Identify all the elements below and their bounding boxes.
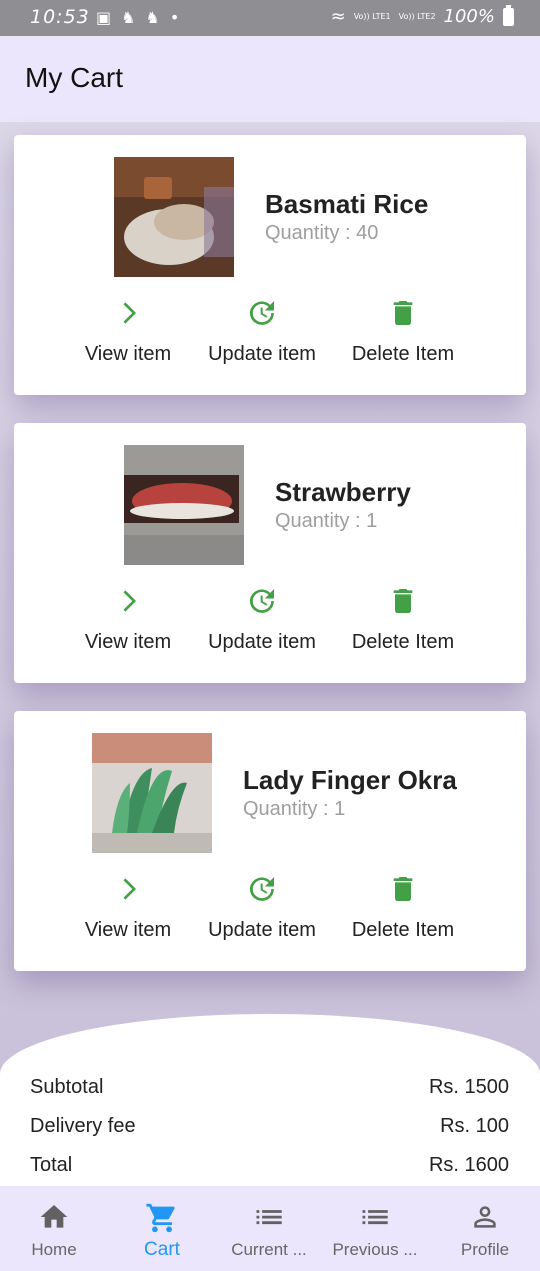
delete-item-button[interactable]: Delete Item: [346, 585, 460, 654]
update-icon: [249, 589, 274, 613]
product-image-strawberry: [124, 445, 244, 565]
status-bar: 10:53 ▣ ♞ ♞ • ≈ Vo)) LTE1 Vo)) LTE2 100%: [0, 0, 540, 36]
sim1-signal-icon: Vo)) LTE1: [353, 12, 391, 21]
view-item-button[interactable]: View item: [72, 873, 184, 942]
app-bar: My Cart: [0, 36, 540, 122]
product-image-lady-finger-okra: [92, 733, 212, 853]
item-name: Strawberry: [275, 477, 411, 507]
nav-previous-orders[interactable]: Previous ...: [325, 1201, 425, 1260]
total-value: Rs. 1600: [428, 1154, 509, 1176]
image-icon: ▣: [96, 8, 112, 27]
update-icon: [249, 877, 274, 901]
subtotal-label: Subtotal: [30, 1076, 104, 1098]
update-icon: [249, 301, 274, 325]
wifi-icon: ≈: [330, 6, 346, 27]
chevron-right-icon: [123, 878, 136, 900]
view-item-button[interactable]: View item: [72, 585, 184, 654]
snapchat-icon: ♞: [121, 8, 136, 27]
view-item-label: View item: [84, 343, 172, 365]
cart-item-card: Lady Finger Okra Quantity : 1 View item …: [14, 711, 526, 971]
update-item-label: Update item: [208, 631, 316, 653]
delivery-fee-value: Rs. 100: [440, 1115, 509, 1137]
chevron-right-icon: [123, 590, 136, 612]
cart-icon: [146, 1203, 175, 1233]
cart-item-card: Strawberry Quantity : 1 View item Update…: [14, 423, 526, 683]
nav-current-orders[interactable]: Current ...: [219, 1201, 319, 1260]
battery-icon: [503, 4, 514, 26]
nav-cart[interactable]: Cart: [112, 1201, 212, 1261]
nav-previous-label: Previous ...: [332, 1240, 418, 1259]
item-quantity: Quantity : 1: [275, 510, 378, 532]
nav-cart-label: Cart: [144, 1239, 180, 1260]
list-icon: [362, 1210, 388, 1225]
dot-icon: •: [169, 8, 180, 27]
view-item-label: View item: [84, 631, 172, 653]
nav-home-label: Home: [31, 1240, 77, 1259]
update-item-button[interactable]: Update item: [200, 873, 324, 942]
item-quantity: Quantity : 40: [265, 222, 379, 244]
delete-item-label: Delete Item: [351, 919, 455, 941]
view-item-label: View item: [84, 919, 172, 941]
delete-item-button[interactable]: Delete Item: [346, 297, 460, 366]
sim2-signal-icon: Vo)) LTE2: [398, 12, 436, 21]
list-icon: [256, 1210, 282, 1225]
delete-item-label: Delete Item: [351, 631, 455, 653]
item-quantity: Quantity : 1: [243, 798, 346, 820]
chevron-right-icon: [123, 302, 136, 324]
subtotal-value: Rs. 1500: [428, 1076, 509, 1098]
notification-icons: ▣ ♞ ♞ •: [96, 8, 179, 27]
item-name: Lady Finger Okra: [243, 765, 457, 795]
page-title: My Cart: [25, 62, 123, 93]
snapchat-icon: ♞: [145, 8, 160, 27]
delete-item-button[interactable]: Delete Item: [346, 873, 460, 942]
trash-icon: [393, 877, 413, 901]
item-name: Basmati Rice: [265, 189, 429, 219]
cart-item-card: Basmati Rice Quantity : 40 View item Upd…: [14, 135, 526, 395]
update-item-label: Update item: [208, 919, 316, 941]
subtotal-row: Subtotal Rs. 1500: [30, 1076, 509, 1099]
delivery-fee-row: Delivery fee Rs. 100: [30, 1115, 509, 1138]
delivery-fee-label: Delivery fee: [30, 1115, 136, 1137]
update-item-button[interactable]: Update item: [200, 297, 324, 366]
home-icon: [40, 1205, 68, 1228]
product-image-basmati-rice: [114, 157, 234, 277]
order-summary: Subtotal Rs. 1500 Delivery fee Rs. 100 T…: [0, 1014, 540, 1186]
update-item-button[interactable]: Update item: [200, 585, 324, 654]
nav-profile[interactable]: Profile: [435, 1201, 535, 1260]
total-row: Total Rs. 1600: [30, 1154, 509, 1177]
trash-icon: [393, 589, 413, 613]
trash-icon: [393, 301, 413, 325]
battery-text: 100%: [443, 6, 495, 27]
person-icon: [474, 1206, 496, 1228]
bottom-navigation: Home Cart Current ... Previous ... Profi…: [0, 1187, 540, 1271]
status-time: 10:53: [30, 6, 90, 28]
nav-profile-label: Profile: [460, 1240, 510, 1259]
nav-home[interactable]: Home: [4, 1201, 104, 1260]
view-item-button[interactable]: View item: [72, 297, 184, 366]
nav-current-label: Current ...: [231, 1240, 307, 1259]
update-item-label: Update item: [208, 343, 316, 365]
delete-item-label: Delete Item: [351, 343, 455, 365]
total-label: Total: [30, 1154, 73, 1176]
